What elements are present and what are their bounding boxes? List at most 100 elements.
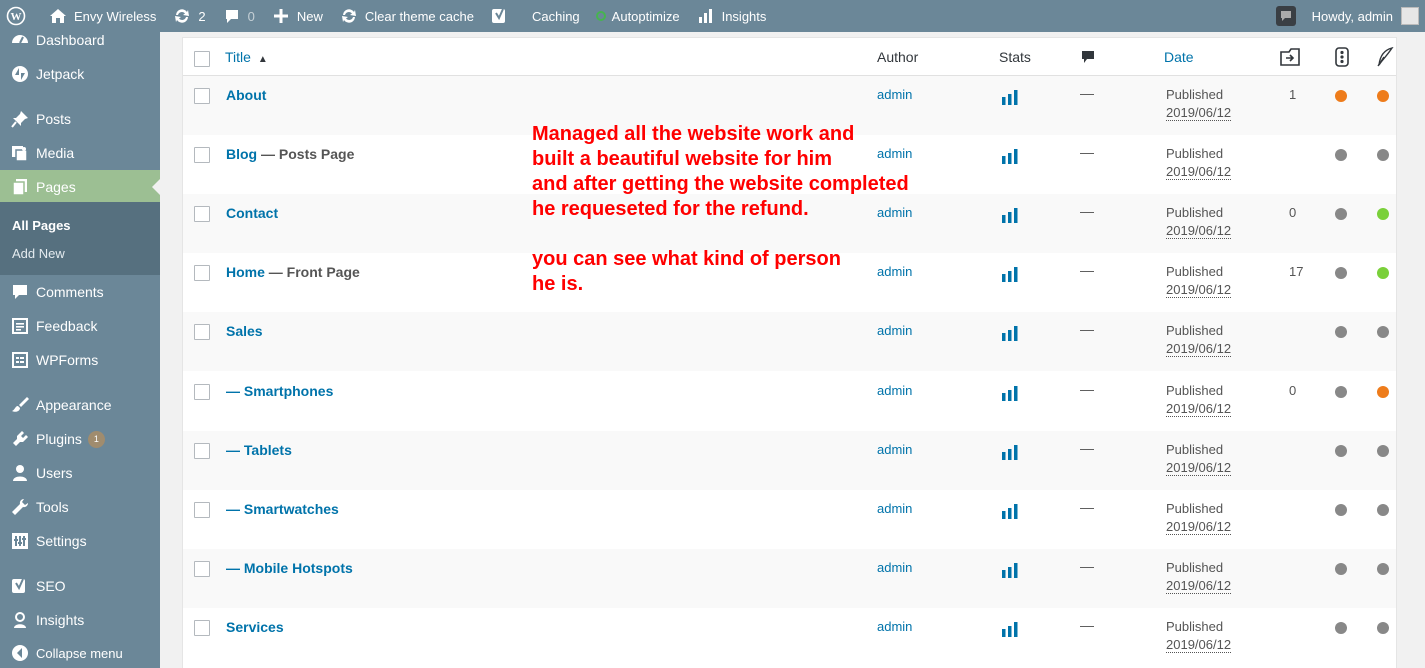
new-label: New [296, 8, 323, 24]
comments-count-cell: — [1080, 616, 1094, 633]
row-checkbox[interactable] [194, 88, 210, 104]
row-checkbox[interactable] [194, 147, 210, 164]
svg-text:W: W [11, 11, 22, 23]
insights-link[interactable]: Insights [688, 0, 775, 32]
internal-links-count: 17 [1289, 264, 1304, 280]
caching-label: Caching [531, 8, 580, 24]
menu-pages[interactable]: Pages [0, 170, 160, 204]
yoast-links-column-icon[interactable] [1279, 47, 1301, 70]
menu-media[interactable]: Media [0, 136, 160, 170]
author-link[interactable]: admin [877, 442, 912, 457]
submenu-all-pages[interactable]: All Pages [12, 218, 71, 233]
stats-bar-chart-icon[interactable] [1001, 562, 1019, 578]
author-link[interactable]: admin [877, 619, 912, 634]
page-title-link[interactable]: — Smartphones [226, 383, 333, 399]
author-link[interactable]: admin [877, 383, 912, 398]
stats-bar-chart-icon[interactable] [1001, 621, 1019, 637]
readability-score-dot [1377, 385, 1389, 398]
row-checkbox[interactable] [194, 324, 210, 341]
menu-users-label: Users [36, 465, 73, 481]
menu-dashboard[interactable]: Dashboard [0, 23, 160, 57]
author-link[interactable]: admin [877, 501, 912, 516]
insights-icon [10, 610, 30, 630]
author-link[interactable]: admin [877, 323, 912, 338]
stats-bar-chart-icon[interactable] [1001, 266, 1019, 283]
notifications-button[interactable] [1268, 0, 1304, 32]
yoast-icon [490, 6, 510, 26]
page-title-link[interactable]: Sales [226, 323, 263, 339]
column-title-sort[interactable]: Title ▲ [225, 49, 268, 65]
row-checkbox[interactable] [194, 265, 210, 282]
internal-links-count: 1 [1289, 87, 1297, 102]
refresh-icon [339, 6, 359, 26]
page-title-link[interactable]: Blog [226, 146, 257, 162]
stats-bar-chart-icon[interactable] [1001, 444, 1019, 460]
page-title-link[interactable]: — Smartwatches [226, 501, 339, 517]
readability-score-dot [1377, 562, 1389, 575]
yoast-link[interactable] [482, 0, 524, 32]
stats-bar-chart-icon[interactable] [1001, 325, 1019, 342]
stats-bar-chart-icon[interactable] [1001, 503, 1019, 519]
page-title-link[interactable]: — Tablets [226, 442, 292, 458]
stats-bar-chart-icon[interactable] [1001, 148, 1019, 165]
submenu-add-new[interactable]: Add New [12, 246, 65, 261]
comments-link[interactable]: 0 [214, 0, 263, 32]
admin-sidebar: Dashboard Jetpack Posts Media Pages All … [0, 32, 160, 668]
menu-jetpack[interactable]: Jetpack [0, 57, 160, 91]
menu-posts[interactable]: Posts [0, 102, 160, 136]
yoast-readability-column-icon[interactable] [1376, 46, 1394, 70]
comments-count-cell: — [1080, 380, 1094, 397]
user-icon [10, 463, 30, 483]
menu-plugins[interactable]: Plugins 1 [0, 422, 160, 456]
row-checkbox[interactable] [194, 619, 210, 636]
column-title-label: Title [225, 49, 251, 65]
publish-date: 2019/06/12 [1166, 577, 1232, 594]
row-checkbox[interactable] [194, 383, 210, 400]
page-title-link[interactable]: Services [226, 619, 284, 635]
collapse-menu-button[interactable]: Collapse menu [0, 636, 160, 668]
page-title-link[interactable]: Contact [226, 205, 278, 221]
menu-feedback[interactable]: Feedback [0, 309, 160, 343]
autoptimize-link[interactable]: Autoptimize [588, 0, 688, 32]
select-all-checkbox[interactable] [194, 51, 210, 67]
stats-bar-chart-icon[interactable] [1001, 385, 1019, 401]
menu-appearance[interactable]: Appearance [0, 388, 160, 422]
page-title-cell: — Mobile Hotspots [226, 560, 353, 576]
column-date-sort[interactable]: Date [1164, 49, 1194, 65]
publish-status: Published [1166, 618, 1224, 634]
clear-theme-cache-link[interactable]: Clear theme cache [331, 0, 482, 32]
row-checkbox[interactable] [194, 442, 210, 459]
menu-comments[interactable]: Comments [0, 275, 160, 309]
menu-insights[interactable]: Insights [0, 603, 160, 637]
author-link[interactable]: admin [877, 560, 912, 575]
page-title-link[interactable]: About [226, 87, 266, 103]
updates-link[interactable]: 2 [164, 0, 213, 32]
updates-icon [172, 6, 192, 26]
yoast-seo-score-column-icon[interactable] [1335, 47, 1349, 70]
caching-link[interactable]: Caching [524, 0, 588, 32]
publish-date: 2019/06/12 [1166, 105, 1232, 121]
author-link[interactable]: admin [877, 87, 912, 102]
menu-seo[interactable]: SEO [0, 569, 160, 603]
yoast-seo-icon [10, 576, 30, 596]
row-checkbox[interactable] [194, 501, 210, 518]
stats-bar-chart-icon[interactable] [1001, 207, 1019, 224]
new-content-link[interactable]: New [263, 0, 331, 32]
menu-tools[interactable]: Tools [0, 490, 160, 524]
publish-date: 2019/06/12 [1166, 341, 1232, 358]
stats-bar-chart-icon[interactable] [1001, 89, 1019, 105]
row-checkbox[interactable] [194, 206, 210, 223]
row-checkbox[interactable] [194, 560, 210, 577]
menu-users[interactable]: Users [0, 456, 160, 490]
readability-score-dot [1377, 90, 1389, 102]
page-title-link[interactable]: — Mobile Hotspots [226, 560, 353, 576]
menu-settings[interactable]: Settings [0, 524, 160, 558]
menu-pages-label: Pages [36, 179, 76, 195]
publish-status: Published [1166, 146, 1224, 162]
wpforms-icon [10, 350, 30, 370]
annotation-line: built a beautiful website for him [532, 148, 833, 170]
page-title-link[interactable]: Home [226, 264, 265, 280]
comments-column-icon[interactable] [1081, 50, 1095, 67]
menu-wpforms[interactable]: WPForms [0, 343, 160, 377]
my-account-link[interactable]: Howdy, admin [1304, 0, 1425, 32]
